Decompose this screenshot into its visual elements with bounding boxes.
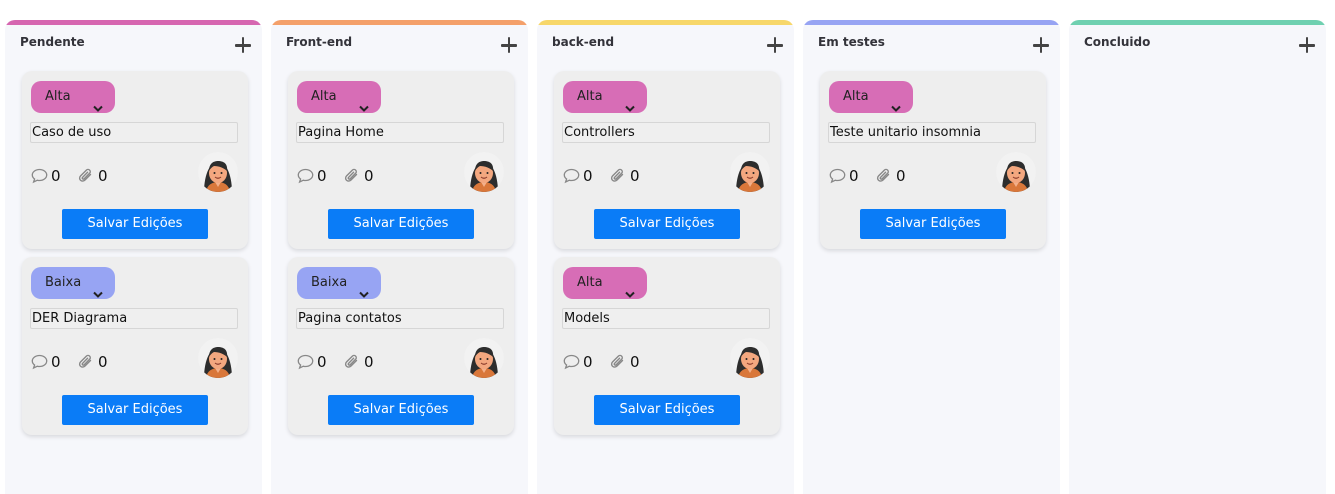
task-card: Baixa Pagina contatos 0 0 Salvar Edições (288, 257, 514, 435)
chevron-down-icon (93, 279, 103, 298)
paperclip-icon (78, 354, 92, 368)
chevron-down-icon (625, 279, 635, 298)
comment-count-value: 0 (583, 353, 593, 371)
column-back-end: back-end Alta Controllers 0 0 Salvar Edições A… (537, 20, 794, 494)
comment-count-value: 0 (849, 167, 859, 185)
priority-select[interactable]: Alta (563, 267, 647, 299)
comment-icon (563, 354, 580, 370)
chevron-down-icon (93, 93, 103, 112)
comment-count-value: 0 (51, 167, 61, 185)
comment-count-value: 0 (51, 353, 61, 371)
priority-select[interactable]: Baixa (297, 267, 381, 299)
save-edits-button[interactable]: Salvar Edições (62, 209, 208, 239)
priority-label: Alta (311, 89, 337, 104)
save-edits-button[interactable]: Salvar Edições (594, 209, 740, 239)
comment-count-value: 0 (583, 167, 593, 185)
column-concluido: Concluido (1069, 20, 1326, 494)
save-edits-button[interactable]: Salvar Edições (328, 209, 474, 239)
plus-icon[interactable] (1030, 34, 1052, 56)
task-title-input[interactable]: Controllers (562, 122, 770, 143)
task-title-input[interactable]: Pagina contatos (296, 308, 504, 329)
comment-icon (297, 168, 314, 184)
comment-icon (31, 168, 48, 184)
attachment-count-value: 0 (364, 167, 374, 185)
priority-label: Alta (577, 275, 603, 290)
kanban-board: Pendente Alta Caso de uso 0 0 Salvar Edições B… (0, 0, 1335, 494)
column-title: Em testes (818, 35, 885, 49)
user-avatar[interactable] (198, 152, 238, 192)
chevron-down-icon (891, 93, 901, 112)
column-title: back-end (552, 35, 615, 49)
paperclip-icon (610, 354, 624, 368)
user-avatar[interactable] (464, 152, 504, 192)
column-title: Pendente (20, 35, 85, 49)
priority-select[interactable]: Baixa (31, 267, 115, 299)
user-avatar[interactable] (730, 152, 770, 192)
comment-icon (31, 354, 48, 370)
attachment-count-value: 0 (364, 353, 374, 371)
column-front-end: Front-end Alta Pagina Home 0 0 Salvar Edições… (271, 20, 528, 494)
attachment-count-value: 0 (630, 167, 640, 185)
priority-select[interactable]: Alta (829, 81, 913, 113)
attachment-count-value: 0 (98, 353, 108, 371)
attachment-count-value: 0 (630, 353, 640, 371)
priority-select[interactable]: Alta (31, 81, 115, 113)
task-title-input[interactable]: DER Diagrama (30, 308, 238, 329)
column-title: Concluido (1084, 35, 1151, 49)
save-edits-button[interactable]: Salvar Edições (594, 395, 740, 425)
column-accent-bar (5, 20, 262, 25)
task-card: Alta Caso de uso 0 0 Salvar Edições (22, 71, 248, 249)
task-card: Alta Models 0 0 Salvar Edições (554, 257, 780, 435)
comment-count-value: 0 (317, 353, 327, 371)
task-card: Alta Controllers 0 0 Salvar Edições (554, 71, 780, 249)
paperclip-icon (876, 168, 890, 182)
task-card: Alta Pagina Home 0 0 Salvar Edições (288, 71, 514, 249)
attachment-count-value: 0 (896, 167, 906, 185)
save-edits-button[interactable]: Salvar Edições (62, 395, 208, 425)
task-title-input[interactable]: Models (562, 308, 770, 329)
user-avatar[interactable] (464, 338, 504, 378)
user-avatar[interactable] (730, 338, 770, 378)
priority-label: Baixa (311, 275, 348, 290)
chevron-down-icon (625, 93, 635, 112)
comment-icon (297, 354, 314, 370)
comment-count-value: 0 (317, 167, 327, 185)
column-accent-bar (1069, 20, 1326, 25)
paperclip-icon (344, 354, 358, 368)
task-card: Baixa DER Diagrama 0 0 Salvar Edições (22, 257, 248, 435)
column-accent-bar (537, 20, 794, 25)
priority-label: Alta (577, 89, 603, 104)
attachment-count-value: 0 (98, 167, 108, 185)
comment-icon (829, 168, 846, 184)
save-edits-button[interactable]: Salvar Edições (328, 395, 474, 425)
paperclip-icon (78, 168, 92, 182)
column-accent-bar (803, 20, 1060, 25)
priority-label: Baixa (45, 275, 82, 290)
chevron-down-icon (359, 93, 369, 112)
chevron-down-icon (359, 279, 369, 298)
user-avatar[interactable] (996, 152, 1036, 192)
column-pendente: Pendente Alta Caso de uso 0 0 Salvar Edições B… (5, 20, 262, 494)
plus-icon[interactable] (498, 34, 520, 56)
paperclip-icon (344, 168, 358, 182)
plus-icon[interactable] (1296, 34, 1318, 56)
priority-label: Alta (45, 89, 71, 104)
column-title: Front-end (286, 35, 353, 49)
paperclip-icon (610, 168, 624, 182)
column-accent-bar (271, 20, 528, 25)
plus-icon[interactable] (232, 34, 254, 56)
priority-select[interactable]: Alta (563, 81, 647, 113)
task-title-input[interactable]: Pagina Home (296, 122, 504, 143)
user-avatar[interactable] (198, 338, 238, 378)
priority-select[interactable]: Alta (297, 81, 381, 113)
task-title-input[interactable]: Teste unitario insomnia (828, 122, 1036, 143)
task-title-input[interactable]: Caso de uso (30, 122, 238, 143)
priority-label: Alta (843, 89, 869, 104)
comment-icon (563, 168, 580, 184)
save-edits-button[interactable]: Salvar Edições (860, 209, 1006, 239)
plus-icon[interactable] (764, 34, 786, 56)
task-card: Alta Teste unitario insomnia 0 0 Salvar Ediç… (820, 71, 1046, 249)
column-em-testes: Em testes Alta Teste unitario insomnia 0 0 Sa… (803, 20, 1060, 494)
